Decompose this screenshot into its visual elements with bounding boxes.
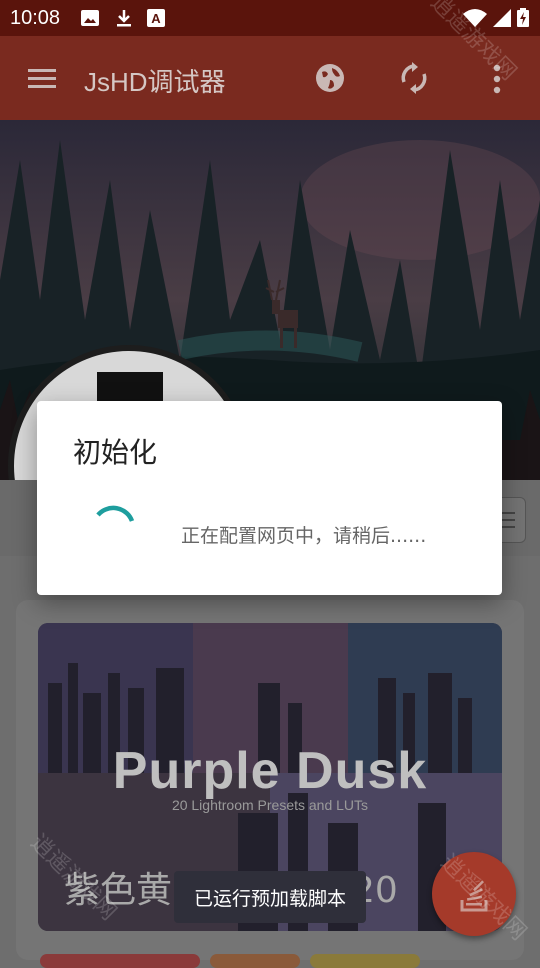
- banner-subheadline: 20 Lightroom Presets and LUTs: [171, 797, 369, 813]
- loading-spinner-icon: [96, 505, 135, 522]
- dialog-title: 初始化: [73, 436, 158, 469]
- init-dialog: 初始化 正在配置网页中，请稍后......: [37, 401, 502, 595]
- menu-icon[interactable]: [28, 68, 56, 90]
- signal-icon: [493, 9, 511, 27]
- tag-chip[interactable]: [310, 954, 420, 968]
- download-icon: [117, 10, 131, 27]
- a-square-icon: A: [147, 9, 165, 27]
- globe-icon[interactable]: [314, 62, 346, 94]
- refresh-icon[interactable]: [398, 62, 430, 94]
- dialog-message: 正在配置网页中，请稍后......: [181, 525, 427, 547]
- tag-chip[interactable]: [40, 954, 200, 968]
- svg-text:A: A: [151, 11, 161, 26]
- app-title: JsHD调试器: [84, 67, 226, 97]
- toast-text: 已运行预加载脚本: [193, 887, 346, 910]
- image-icon: [81, 10, 99, 26]
- status-time: 10:08: [10, 7, 61, 29]
- app-bar: JsHD调试器: [0, 36, 540, 120]
- tag-chip[interactable]: [210, 954, 300, 968]
- battery-charging-icon: [517, 8, 529, 27]
- banner-headline: Purple Dusk: [112, 742, 428, 800]
- toast-message: 已运行预加载脚本: [174, 871, 366, 923]
